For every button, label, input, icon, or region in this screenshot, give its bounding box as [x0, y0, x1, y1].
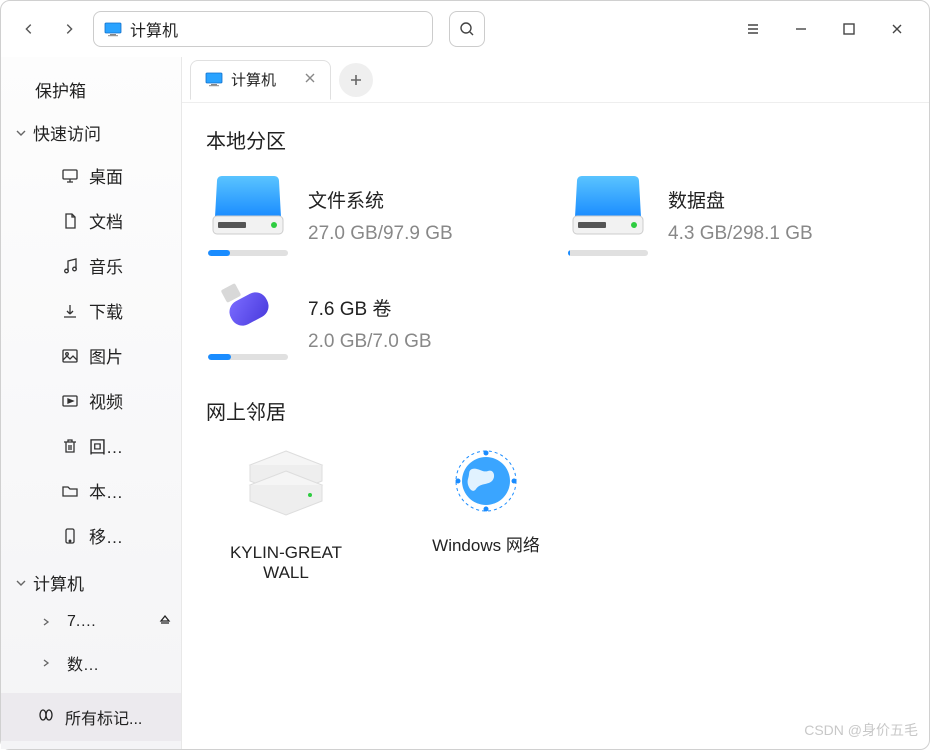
- file-manager-window: 计算机 保护箱 快速访问 桌面 文档: [0, 0, 930, 750]
- drive-name: 7.6 GB 卷: [308, 294, 432, 321]
- content-area: 本地分区 文件系统 27.0 GB/97.9 GB 数据盘 4.3 GB/298.1 …: [182, 103, 929, 749]
- section-local-partitions: 本地分区: [206, 125, 905, 154]
- chevron-down-icon: [15, 127, 27, 139]
- chevron-right-icon: [41, 658, 51, 668]
- eject-icon[interactable]: [159, 613, 171, 631]
- document-icon: [61, 212, 79, 230]
- drive-name: 文件系统: [308, 186, 453, 213]
- sidebar-item-volume[interactable]: 7.…: [1, 603, 181, 641]
- network-item[interactable]: KYLIN-GREAT WALL: [206, 443, 366, 583]
- network-item[interactable]: Windows 网络: [406, 443, 566, 583]
- search-button[interactable]: [449, 11, 485, 47]
- download-icon: [61, 302, 79, 320]
- tab-label: 计算机: [231, 69, 276, 90]
- watermark: CSDN @身价五毛: [804, 720, 918, 740]
- sidebar-item-mobile[interactable]: 移…: [1, 513, 181, 558]
- tab-close-button[interactable]: [304, 71, 316, 88]
- tag-icon: [37, 706, 55, 729]
- sidebar-all-tags[interactable]: 所有标记...: [1, 693, 181, 741]
- chevron-down-icon: [15, 577, 27, 589]
- network-grid: KYLIN-GREAT WALL Windows 网络: [206, 443, 905, 583]
- close-button[interactable]: [877, 13, 917, 45]
- drive-grid: 文件系统 27.0 GB/97.9 GB 数据盘 4.3 GB/298.1 GB 7.6…: [206, 172, 905, 360]
- sidebar-group-label: 计算机: [33, 570, 84, 595]
- titlebar: 计算机: [1, 1, 929, 57]
- menu-button[interactable]: [733, 13, 773, 45]
- drive-item[interactable]: 数据盘 4.3 GB/298.1 GB: [566, 172, 886, 256]
- video-icon: [61, 392, 79, 410]
- sidebar-item-data-disk[interactable]: 数…: [1, 641, 181, 685]
- drive-name: 数据盘: [668, 186, 813, 213]
- sidebar-item-local[interactable]: 本…: [1, 468, 181, 513]
- minimize-button[interactable]: [781, 13, 821, 45]
- main-panel: 计算机 本地分区 文件系统 27.0 GB/97.9 GB 数据盘 4.3 GB/29…: [181, 57, 929, 749]
- sidebar-item-trash[interactable]: 回…: [1, 423, 181, 468]
- address-text: 计算机: [130, 17, 178, 41]
- computer-icon: [104, 22, 122, 37]
- music-icon: [61, 257, 79, 275]
- sidebar-group-label: 快速访问: [33, 120, 101, 145]
- drive-usage: 27.0 GB/97.9 GB: [308, 223, 453, 245]
- sidebar: 保护箱 快速访问 桌面 文档 音乐 下载 图片 视频 回… 本… 移…: [1, 57, 181, 749]
- address-bar[interactable]: 计算机: [93, 11, 433, 47]
- sidebar-item-desktop[interactable]: 桌面: [1, 153, 181, 198]
- tab-add-button[interactable]: [339, 63, 373, 97]
- section-network: 网上邻居: [206, 396, 905, 425]
- phone-icon: [61, 527, 79, 545]
- computer-icon: [205, 72, 223, 87]
- usage-bar: [208, 354, 288, 360]
- drive-usage: 4.3 GB/298.1 GB: [668, 223, 813, 245]
- back-button[interactable]: [13, 13, 45, 45]
- image-icon: [61, 347, 79, 365]
- sidebar-item-pictures[interactable]: 图片: [1, 333, 181, 378]
- tab-computer[interactable]: 计算机: [190, 60, 331, 100]
- sidebar-protect-box[interactable]: 保护箱: [1, 67, 181, 112]
- chevron-right-icon: [41, 617, 51, 627]
- sidebar-item-documents[interactable]: 文档: [1, 198, 181, 243]
- usage-bar: [208, 250, 288, 256]
- sidebar-item-downloads[interactable]: 下载: [1, 288, 181, 333]
- drive-usage: 2.0 GB/7.0 GB: [308, 331, 432, 353]
- drive-item[interactable]: 7.6 GB 卷 2.0 GB/7.0 GB: [206, 280, 526, 360]
- usage-bar: [568, 250, 648, 256]
- network-label: KYLIN-GREAT WALL: [230, 543, 342, 583]
- maximize-button[interactable]: [829, 13, 869, 45]
- sidebar-group-quick-access[interactable]: 快速访问: [1, 112, 181, 153]
- desktop-icon: [61, 167, 79, 185]
- drive-item[interactable]: 文件系统 27.0 GB/97.9 GB: [206, 172, 526, 256]
- forward-button[interactable]: [53, 13, 85, 45]
- sidebar-item-videos[interactable]: 视频: [1, 378, 181, 423]
- sidebar-item-music[interactable]: 音乐: [1, 243, 181, 288]
- sidebar-group-computer[interactable]: 计算机: [1, 562, 181, 603]
- folder-icon: [61, 482, 79, 500]
- trash-icon: [61, 437, 79, 455]
- tab-bar: 计算机: [182, 57, 929, 103]
- network-label: Windows 网络: [432, 531, 540, 556]
